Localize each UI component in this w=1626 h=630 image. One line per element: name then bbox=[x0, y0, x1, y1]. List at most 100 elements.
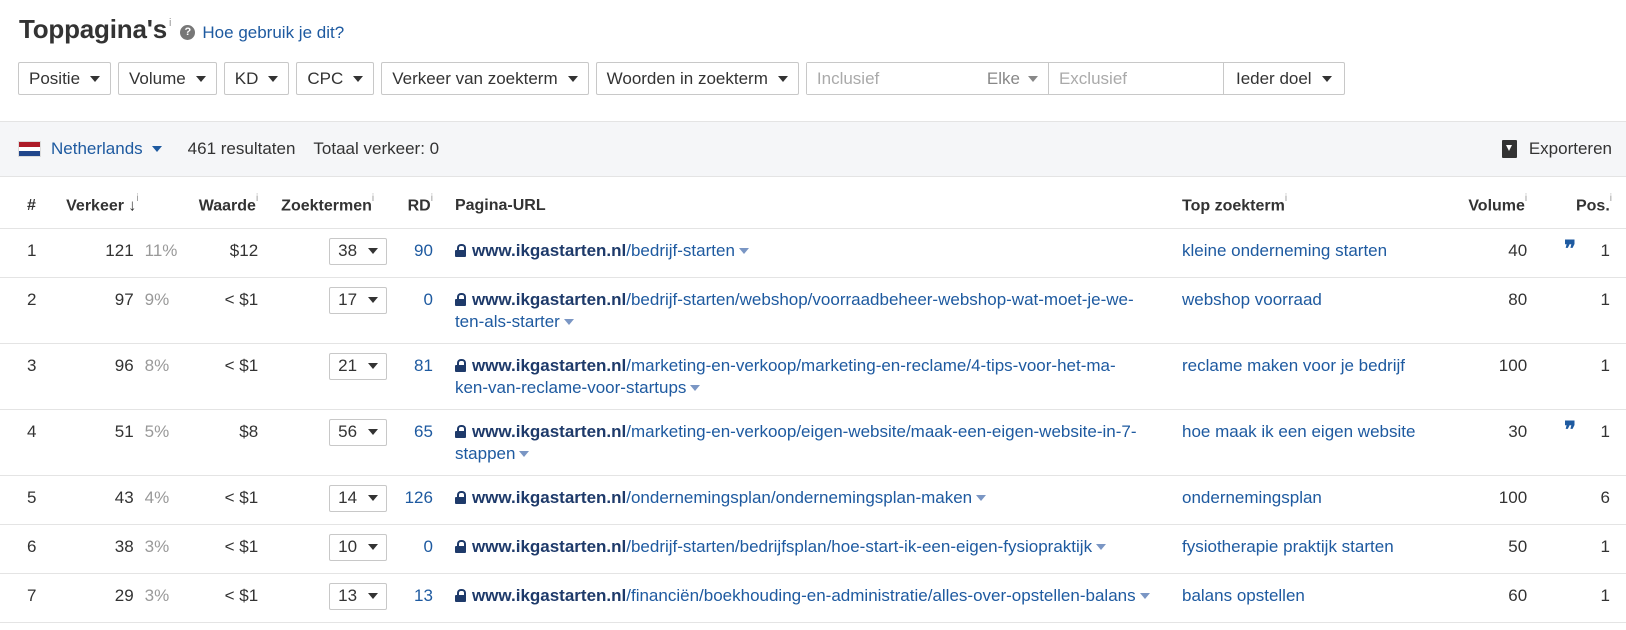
page-header: Toppagina's i ? Hoe gebruik je dit? bbox=[19, 14, 344, 45]
help-icon[interactable]: ? bbox=[180, 25, 196, 40]
filter-kd[interactable]: KD bbox=[223, 62, 290, 95]
page-url-link[interactable]: www.ikgastarten.nl/marketing-en-verkoop/… bbox=[455, 422, 1137, 463]
col-traffic-label: Verkeer bbox=[66, 197, 124, 215]
row-volume: 100 bbox=[1468, 475, 1544, 525]
table-row: 5 43 4% < $1 14 126 www.ikgastarten.nl/o… bbox=[0, 475, 1626, 525]
col-keywords[interactable]: Zoektermeni bbox=[266, 184, 391, 229]
inclusief-input[interactable] bbox=[806, 63, 987, 94]
url-path-continued: ten-als-starter bbox=[454, 311, 560, 331]
keywords-dropdown[interactable]: 14 bbox=[329, 484, 388, 512]
help-link[interactable]: Hoe gebruik je dit? bbox=[202, 23, 344, 43]
col-value[interactable]: Waardei bbox=[177, 184, 267, 229]
url-path-continued: ken-van-reclame-voor-startups bbox=[454, 377, 687, 397]
info-icon[interactable]: i bbox=[1525, 193, 1527, 204]
filter-woorden[interactable]: Woorden in zoekterm bbox=[595, 62, 799, 95]
row-featured bbox=[1543, 573, 1576, 623]
keywords-dropdown[interactable]: 17 bbox=[329, 286, 388, 314]
top-pages-table: # Verkeer ↓i Waardei Zoektermeni RDi Pag… bbox=[0, 184, 1626, 623]
page-url-link[interactable]: www.ikgastarten.nl/ondernemingsplan/onde… bbox=[472, 488, 972, 507]
country-select[interactable]: Netherlands bbox=[18, 139, 162, 159]
top-keyword-link[interactable]: kleine onderneming starten bbox=[1182, 241, 1387, 260]
export-label: Exporteren bbox=[1528, 139, 1612, 158]
row-pos: 1 bbox=[1575, 409, 1626, 476]
row-traffic: 43 bbox=[56, 475, 139, 525]
chevron-down-icon bbox=[777, 75, 788, 82]
info-icon[interactable]: i bbox=[372, 193, 374, 204]
rd-link[interactable]: 81 bbox=[414, 356, 433, 375]
rd-link[interactable]: 0 bbox=[423, 537, 432, 556]
col-rd-label: RD bbox=[407, 197, 431, 215]
page-url-link[interactable]: www.ikgastarten.nl/bedrijf-starten/websh… bbox=[455, 290, 1134, 331]
row-top-keyword: balans opstellen bbox=[1182, 573, 1469, 623]
url-menu-chevron-icon[interactable] bbox=[738, 247, 749, 254]
filter-kd-label: KD bbox=[234, 68, 259, 88]
row-rd: 65 bbox=[390, 409, 455, 476]
page-url-link[interactable]: www.ikgastarten.nl/bedrijf-starten bbox=[472, 241, 735, 260]
filter-positie-label: Positie bbox=[29, 68, 81, 88]
url-menu-chevron-icon[interactable] bbox=[1139, 592, 1150, 599]
info-icon[interactable]: i bbox=[431, 193, 433, 204]
filter-cpc[interactable]: CPC bbox=[296, 62, 375, 95]
rd-link[interactable]: 65 bbox=[414, 422, 433, 441]
col-pos[interactable]: Pos.i bbox=[1575, 184, 1626, 229]
url-menu-chevron-icon[interactable] bbox=[976, 494, 987, 501]
include-exclude-group: Elke Ieder doel bbox=[805, 62, 1345, 95]
lock-icon bbox=[454, 424, 466, 438]
row-keywords: 21 bbox=[266, 343, 391, 410]
col-traffic[interactable]: Verkeer ↓i bbox=[56, 184, 139, 229]
info-icon[interactable]: i bbox=[1610, 193, 1612, 204]
row-traffic: 38 bbox=[56, 524, 139, 574]
url-menu-chevron-icon[interactable] bbox=[519, 450, 530, 457]
keywords-dropdown[interactable]: 56 bbox=[329, 418, 388, 446]
doel-select[interactable]: Ieder doel bbox=[1222, 63, 1344, 94]
filter-positie[interactable]: Positie bbox=[18, 62, 112, 95]
chevron-down-icon bbox=[567, 75, 578, 82]
keywords-count: 13 bbox=[338, 586, 358, 605]
row-volume: 100 bbox=[1468, 343, 1544, 410]
col-rd[interactable]: RDi bbox=[390, 184, 455, 229]
info-icon[interactable]: i bbox=[1285, 193, 1287, 204]
rd-link[interactable]: 13 bbox=[414, 586, 433, 605]
info-icon[interactable]: i bbox=[169, 17, 171, 29]
col-volume[interactable]: Volumei bbox=[1468, 184, 1544, 229]
top-keyword-link[interactable]: hoe maak ik een eigen website bbox=[1182, 422, 1415, 441]
chevron-down-icon bbox=[353, 75, 364, 82]
filter-volume[interactable]: Volume bbox=[118, 62, 217, 95]
page-url-link[interactable]: www.ikgastarten.nl/marketing-en-verkoop/… bbox=[455, 356, 1116, 397]
top-keyword-link[interactable]: reclame maken voor je bedrijf bbox=[1182, 356, 1405, 375]
url-menu-chevron-icon[interactable] bbox=[1096, 543, 1107, 550]
row-traffic-pct: 4% bbox=[138, 475, 178, 525]
keywords-dropdown[interactable]: 38 bbox=[329, 237, 388, 265]
info-icon[interactable]: i bbox=[136, 193, 138, 204]
filter-verkeer[interactable]: Verkeer van zoekterm bbox=[381, 62, 589, 95]
netherlands-flag-icon bbox=[18, 141, 41, 157]
keywords-dropdown[interactable]: 21 bbox=[329, 352, 388, 380]
row-traffic-pct: 11% bbox=[138, 228, 178, 278]
elke-select[interactable]: Elke bbox=[987, 63, 1049, 94]
top-keyword-link[interactable]: webshop voorraad bbox=[1182, 290, 1322, 309]
top-keyword-link[interactable]: balans opstellen bbox=[1182, 586, 1305, 605]
row-keywords: 38 bbox=[266, 228, 391, 278]
exclusief-input[interactable] bbox=[1048, 63, 1223, 94]
info-icon[interactable]: i bbox=[256, 193, 258, 204]
keywords-count: 10 bbox=[338, 537, 358, 556]
keywords-dropdown[interactable]: 13 bbox=[329, 582, 388, 610]
lock-icon bbox=[454, 292, 466, 306]
url-menu-chevron-icon[interactable] bbox=[690, 384, 701, 391]
row-num: 2 bbox=[0, 277, 57, 344]
rd-link[interactable]: 90 bbox=[414, 241, 433, 260]
keywords-count: 17 bbox=[338, 290, 358, 309]
keywords-dropdown[interactable]: 10 bbox=[329, 533, 388, 561]
chevron-down-icon bbox=[368, 297, 379, 303]
top-keyword-link[interactable]: fysiotherapie praktijk starten bbox=[1182, 537, 1394, 556]
page-url-link[interactable]: www.ikgastarten.nl/financiën/boekhouding… bbox=[472, 586, 1136, 605]
export-button[interactable]: Exporteren bbox=[1501, 139, 1612, 159]
page-url-link[interactable]: www.ikgastarten.nl/bedrijf-starten/bedri… bbox=[472, 537, 1092, 556]
row-top-keyword: webshop voorraad bbox=[1182, 277, 1469, 344]
top-keyword-link[interactable]: ondernemingsplan bbox=[1182, 488, 1322, 507]
rd-link[interactable]: 126 bbox=[405, 488, 433, 507]
row-pos: 1 bbox=[1575, 524, 1626, 574]
table-row: 6 38 3% < $1 10 0 www.ikgastarten.nl/bed… bbox=[0, 524, 1626, 574]
rd-link[interactable]: 0 bbox=[423, 290, 432, 309]
url-menu-chevron-icon[interactable] bbox=[563, 318, 574, 325]
